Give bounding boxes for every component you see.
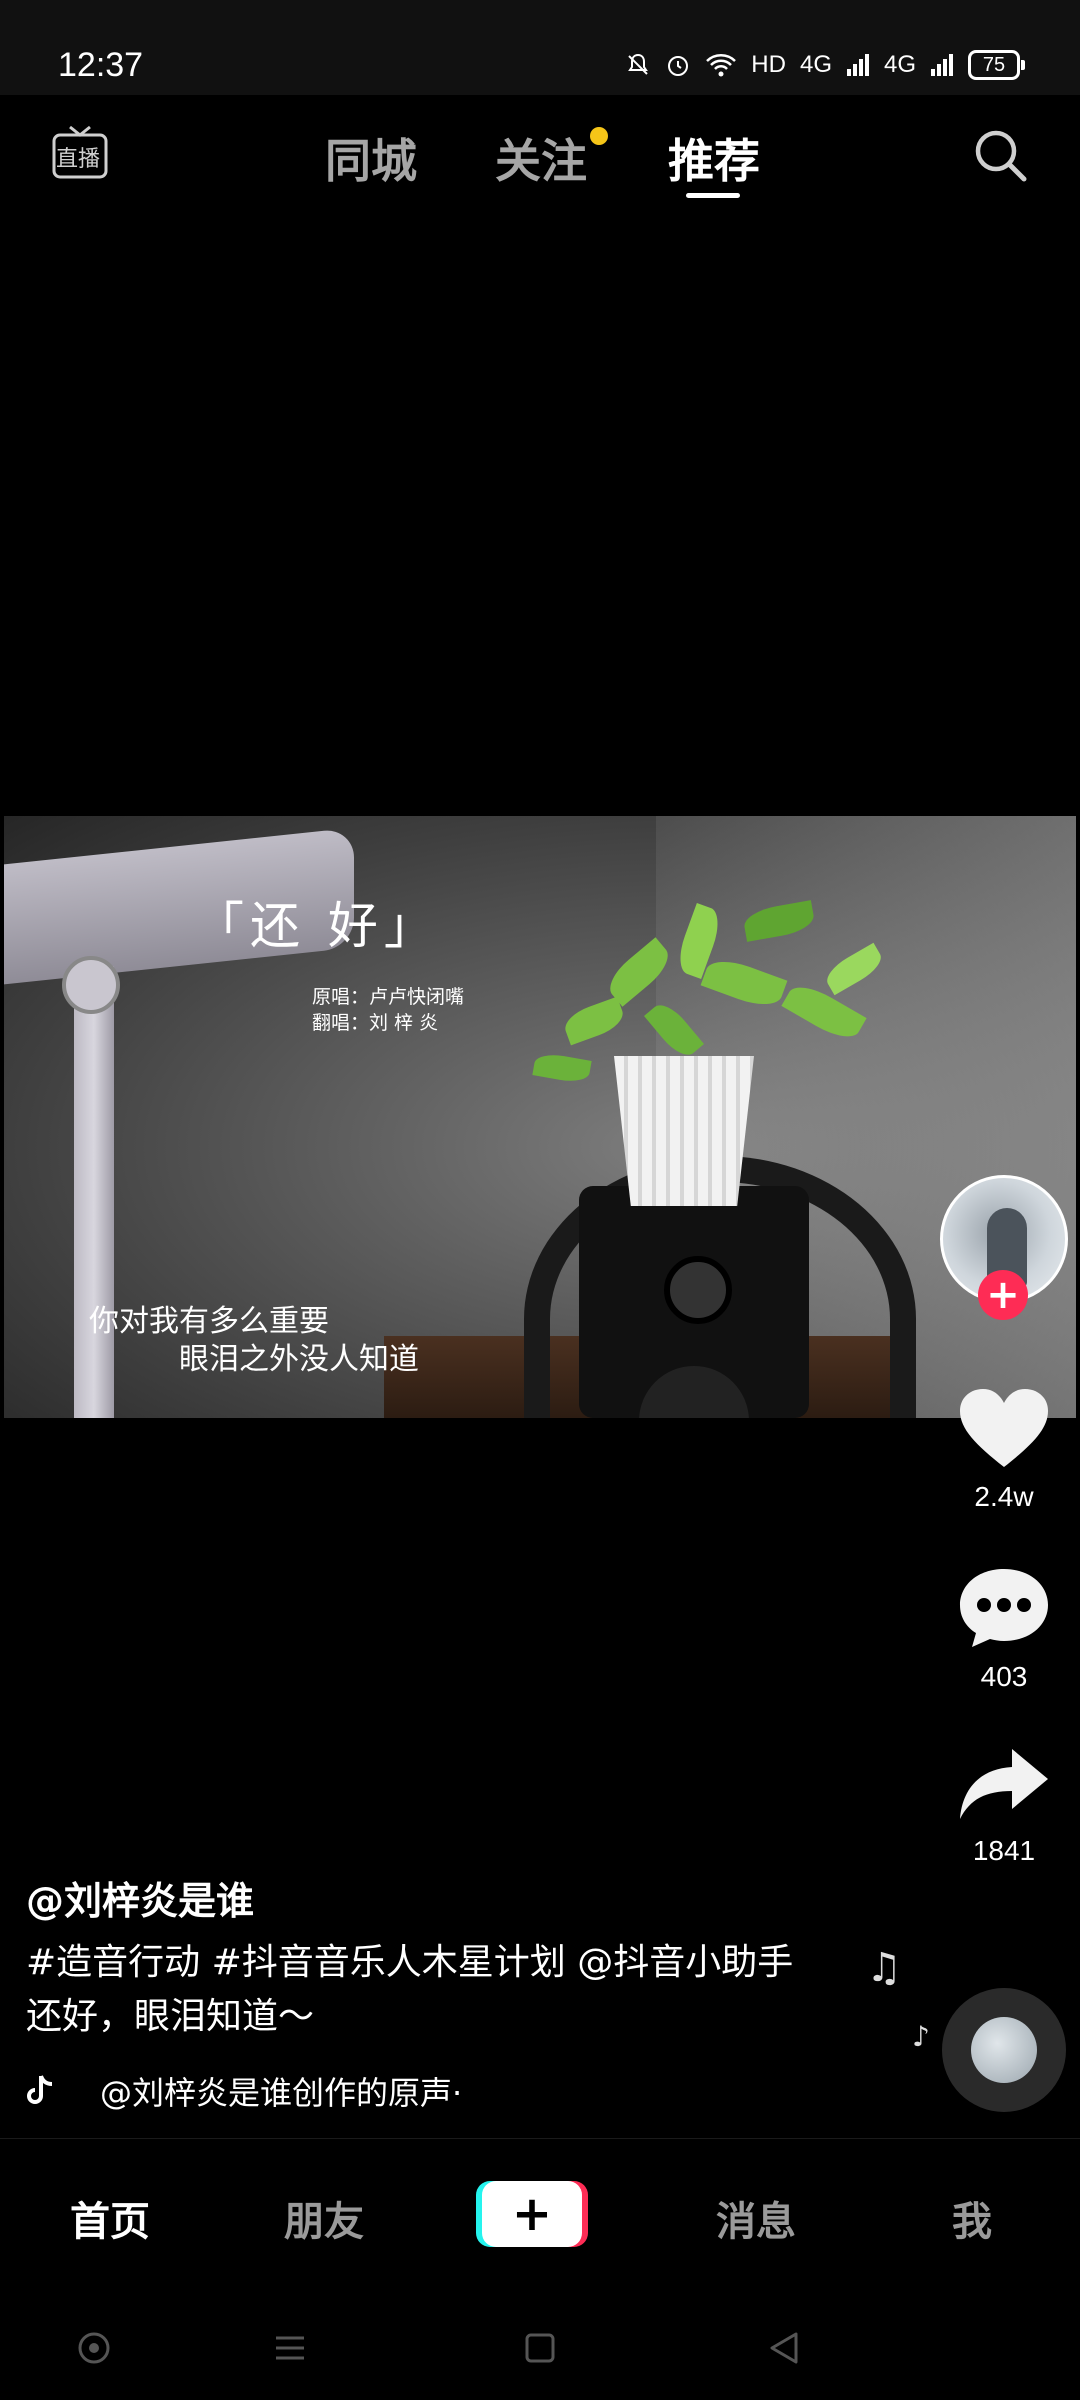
follow-plus-button[interactable]: + bbox=[978, 1270, 1028, 1320]
music-disc[interactable] bbox=[942, 1988, 1066, 2112]
video-lyric-2: 眼泪之外没人知道 bbox=[179, 1342, 419, 1377]
comment-icon bbox=[960, 1569, 1048, 1647]
new-content-dot bbox=[590, 127, 608, 145]
top-nav: 直播 同城 关注 推荐 bbox=[0, 95, 1080, 215]
network-label: HD bbox=[751, 51, 786, 78]
battery-icon: 75 bbox=[968, 50, 1025, 80]
tab-recommended[interactable]: 推荐 bbox=[668, 125, 760, 191]
menu-icon[interactable] bbox=[272, 2330, 308, 2366]
signal-bars-icon bbox=[931, 54, 953, 76]
comment-button[interactable]: 403 bbox=[946, 1565, 1062, 1693]
live-tv-icon[interactable]: 直播 bbox=[50, 123, 110, 183]
home-square-icon[interactable] bbox=[522, 2330, 558, 2366]
search-icon[interactable] bbox=[970, 125, 1030, 185]
status-time: 12:37 bbox=[58, 46, 144, 84]
tab-following[interactable]: 关注 bbox=[495, 125, 587, 191]
live-label: 直播 bbox=[56, 147, 101, 172]
author-username[interactable]: @刘梓炎是谁 bbox=[26, 1870, 254, 1925]
video-lamp-joint bbox=[62, 956, 120, 1014]
tab-local[interactable]: 同城 bbox=[325, 125, 417, 191]
signal-label-2: 4G bbox=[883, 51, 916, 78]
assistant-icon[interactable] bbox=[76, 2330, 112, 2366]
video-description[interactable]: #造音行动 #抖音音乐人木星计划 @抖音小助手 还好，眼泪知道～ bbox=[26, 1936, 836, 2044]
tab-friends[interactable]: 朋友 bbox=[284, 2189, 364, 2247]
status-icons: HD 4G 4G 75 bbox=[625, 50, 1025, 80]
back-icon[interactable] bbox=[766, 2330, 802, 2366]
video-lamp-pole bbox=[74, 966, 114, 1418]
mute-bell-icon bbox=[628, 53, 649, 75]
share-count: 1841 bbox=[972, 1835, 1036, 1866]
music-row[interactable]: @刘梓炎是谁创作的原声· bbox=[26, 2068, 462, 2114]
video-credits: 原唱：卢卢快闭嘴 翻唱：刘 梓 炎 bbox=[312, 984, 464, 1036]
music-note-icon: ♫ bbox=[866, 1945, 902, 1991]
share-button[interactable]: 1841 bbox=[946, 1745, 1062, 1867]
create-button-face: + bbox=[482, 2181, 582, 2247]
like-count: 2.4w bbox=[974, 1481, 1034, 1512]
music-note-icon: ♪ bbox=[912, 2020, 930, 2053]
video-player[interactable]: 「还 好」 原唱：卢卢快闭嘴 翻唱：刘 梓 炎 你对我有多么重要 眼泪之外没人知… bbox=[4, 816, 1076, 1418]
bottom-tab-bar: 首页 朋友 + 消息 我 bbox=[0, 2138, 1080, 2291]
speaker-tweeter bbox=[664, 1256, 732, 1324]
tab-home[interactable]: 首页 bbox=[70, 2189, 150, 2247]
alarm-icon bbox=[668, 56, 689, 76]
music-disc-cover bbox=[971, 2017, 1037, 2083]
video-speaker bbox=[579, 1186, 809, 1418]
signal-label-1: 4G bbox=[799, 51, 832, 78]
tab-me[interactable]: 我 bbox=[952, 2189, 992, 2247]
description-line-2: 还好，眼泪知道～ bbox=[26, 1996, 315, 2037]
tab-messages[interactable]: 消息 bbox=[716, 2189, 796, 2247]
credit-original: 原唱：卢卢快闭嘴 bbox=[312, 986, 465, 1008]
create-post-button[interactable]: + bbox=[476, 2181, 588, 2247]
wifi-icon bbox=[706, 54, 737, 77]
comment-count: 403 bbox=[980, 1661, 1028, 1692]
description-line-1: #造音行动 #抖音音乐人木星计划 @抖音小助手 bbox=[26, 1942, 794, 1983]
credit-cover: 翻唱：刘 梓 炎 bbox=[312, 1012, 439, 1034]
signal-bars-icon bbox=[846, 54, 869, 76]
like-button[interactable]: 2.4w bbox=[946, 1385, 1062, 1513]
system-nav-bar bbox=[0, 2290, 1080, 2400]
share-arrow-icon bbox=[960, 1749, 1048, 1819]
plus-icon: + bbox=[511, 2186, 553, 2242]
music-title: @刘梓炎是谁创作的原声· bbox=[100, 2074, 463, 2112]
tiktok-logo-icon bbox=[27, 2075, 53, 2104]
speaker-woofer bbox=[639, 1366, 749, 1418]
heart-icon bbox=[960, 1389, 1048, 1467]
video-song-title: 「还 好」 bbox=[194, 897, 440, 955]
active-tab-indicator bbox=[686, 193, 740, 198]
video-plant-pot bbox=[614, 1056, 754, 1206]
status-bar: 12:37 HD 4G 4G 75 bbox=[0, 0, 1080, 95]
